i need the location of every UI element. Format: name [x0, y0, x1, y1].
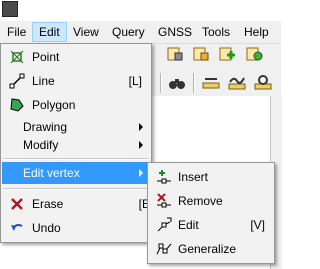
edit-vertex-icon	[156, 217, 172, 233]
menu-separator	[3, 188, 149, 190]
erase-x-icon	[9, 196, 25, 212]
menu-file[interactable]: File	[7, 25, 26, 39]
submenu-item-edit[interactable]: Edit [V]	[149, 214, 273, 236]
polygon-icon	[9, 97, 25, 113]
menu-item-polygon[interactable]: Polygon	[2, 94, 150, 116]
toolbar-separator	[193, 73, 195, 93]
app-icon	[2, 1, 18, 17]
menu-query[interactable]: Query	[112, 25, 145, 39]
menu-separator	[3, 158, 149, 160]
menu-item-label: Undo	[32, 221, 61, 235]
remove-vertex-icon	[156, 193, 172, 209]
submenu-item-insert[interactable]: Insert	[149, 166, 273, 188]
edit-vertex-submenu: Insert Remove Edit [V] Generalize	[147, 162, 275, 264]
menu-item-label: Line	[32, 74, 55, 88]
undo-icon	[9, 220, 25, 236]
submenu-item-remove[interactable]: Remove	[149, 190, 273, 212]
insert-vertex-icon	[156, 169, 172, 185]
menu-item-line[interactable]: Line [L]	[2, 70, 150, 92]
menu-item-label: Insert	[178, 170, 209, 184]
measure-area-icon[interactable]	[254, 75, 272, 91]
line-icon	[9, 73, 25, 89]
layer-add-icon[interactable]	[166, 46, 184, 62]
menu-item-label: Remove	[178, 194, 223, 208]
menu-item-undo[interactable]: Undo	[2, 217, 150, 239]
menu-tools[interactable]: Tools	[202, 25, 230, 39]
menu-item-point[interactable]: Point	[2, 46, 150, 68]
menu-gnss[interactable]: GNSS	[158, 25, 192, 39]
menu-item-shortcut: [L]	[128, 74, 142, 88]
generalize-icon	[156, 241, 172, 257]
edit-menu: Point Line [L] Polygon Drawing Modify Ed…	[0, 43, 152, 243]
menu-item-edit-vertex[interactable]: Edit vertex	[2, 162, 150, 184]
menu-view[interactable]: View	[73, 25, 99, 39]
submenu-item-generalize[interactable]: Generalize	[149, 238, 273, 260]
submenu-arrow-icon	[139, 123, 143, 131]
menu-item-modify[interactable]: Modify	[2, 134, 150, 156]
menu-item-label: Erase	[32, 197, 64, 211]
point-icon	[9, 49, 25, 65]
menu-item-label: Drawing	[23, 120, 68, 134]
menu-item-label: Point	[32, 50, 60, 64]
layer-options-icon[interactable]	[245, 46, 263, 62]
measure-curve-icon[interactable]	[228, 75, 246, 91]
menu-edit[interactable]: Edit	[32, 22, 67, 42]
menu-item-label: Modify	[23, 138, 59, 152]
menu-help[interactable]: Help	[244, 25, 269, 39]
submenu-arrow-icon	[139, 141, 143, 149]
submenu-arrow-icon	[139, 169, 143, 177]
menu-item-label: Polygon	[32, 98, 76, 112]
menu-item-shortcut: [V]	[250, 218, 265, 232]
menu-item-erase[interactable]: Erase [E	[2, 193, 150, 215]
measure-line-icon[interactable]	[202, 75, 220, 91]
menu-item-label: Generalize	[178, 242, 237, 256]
toolbar-separator	[160, 73, 162, 93]
menubar: File Edit View Query GNSS Tools Help	[0, 21, 281, 44]
menu-item-label: Edit vertex	[23, 166, 80, 180]
binoculars-icon[interactable]	[168, 75, 186, 91]
layer-edit-icon[interactable]	[192, 46, 210, 62]
menu-item-label: Edit	[178, 218, 199, 232]
layer-new-icon[interactable]	[218, 46, 236, 62]
